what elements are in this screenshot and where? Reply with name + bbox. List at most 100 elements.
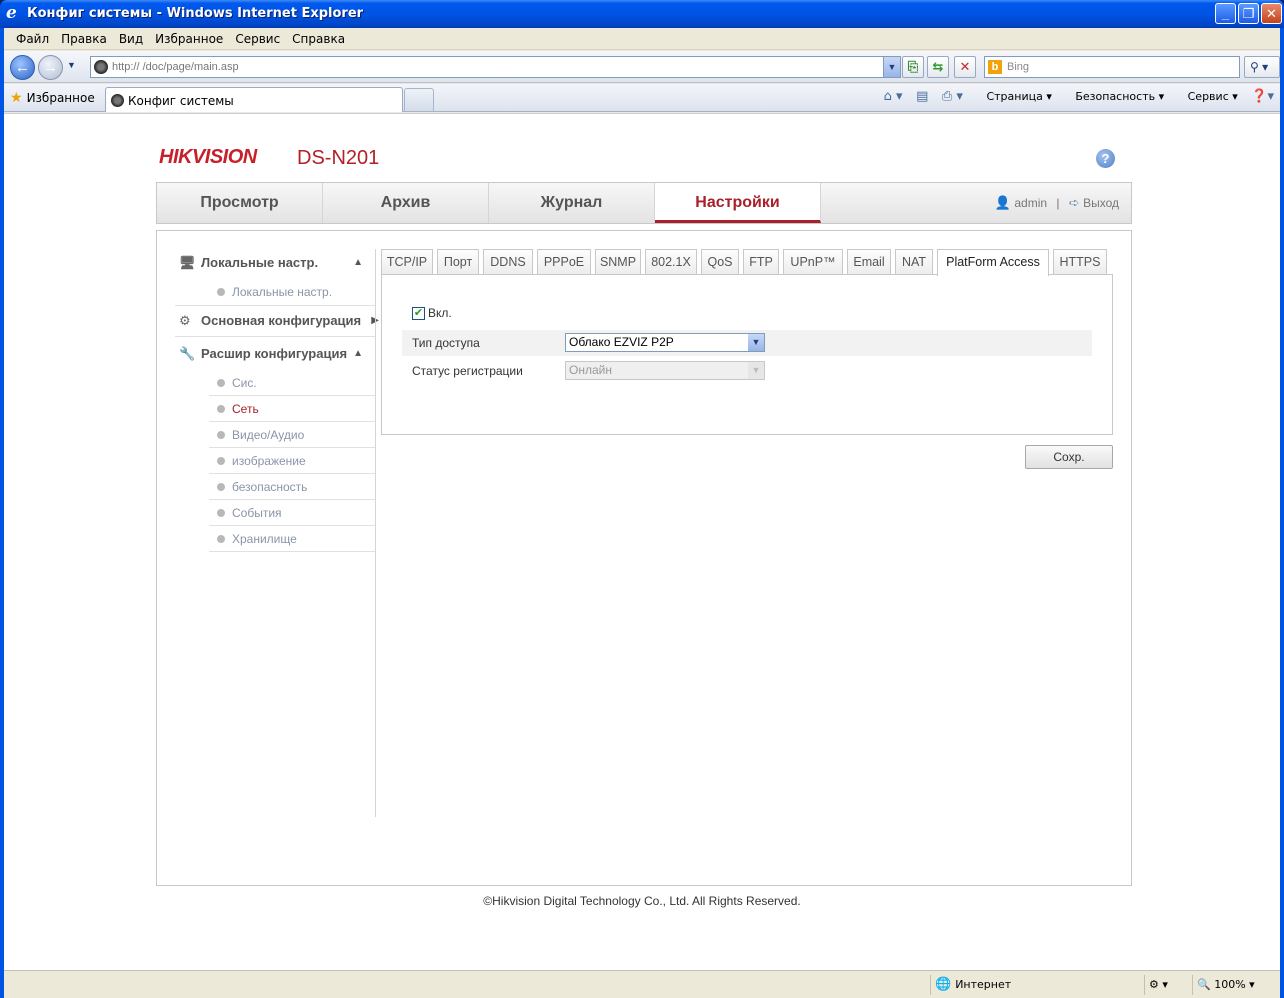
collapse-arrow-icon: ▲ (353, 257, 363, 268)
registration-status-row: Статус регистрации Онлайн ▼ (402, 358, 1092, 384)
maximize-button[interactable]: ❐ (1238, 3, 1259, 24)
close-button[interactable]: ✕ (1261, 3, 1282, 24)
safety-menu[interactable]: Безопасность ▾ (1065, 90, 1164, 103)
favorites-bar: ★ Избранное Конфиг системы ⌂ ▾ ▤ ⎙ ▾ Стра… (4, 84, 1280, 112)
history-dropdown-icon[interactable]: ▼ (67, 60, 76, 70)
command-bar: ⌂ ▾ ▤ ⎙ ▾ Страница ▾ Безопасность ▾ Серв… (874, 89, 1274, 104)
tab-pppoe[interactable]: PPPoE (537, 249, 591, 275)
stop-icon[interactable]: ✕ (954, 56, 976, 78)
help-menu-icon[interactable]: ❓▾ (1251, 89, 1274, 104)
save-button[interactable]: Сохр. (1025, 445, 1113, 469)
sidebar-item-network[interactable]: Сеть (209, 396, 375, 422)
forward-button[interactable]: → (38, 55, 63, 80)
monitor-icon: 🖥 (179, 255, 196, 270)
tab-qos[interactable]: QoS (701, 249, 739, 275)
hikvision-logo: HIKVISION (159, 146, 257, 168)
nav-configuration[interactable]: Настройки (655, 183, 821, 223)
gear-icon: ⚙ (179, 313, 191, 328)
site-icon (94, 60, 108, 74)
ie-logo-icon: e (6, 3, 17, 23)
globe-icon: 🌐 (935, 977, 952, 992)
tab-https[interactable]: HTTPS (1053, 249, 1107, 275)
address-dropdown-icon[interactable]: ▼ (883, 57, 900, 77)
new-tab-button[interactable] (404, 88, 434, 112)
sidebar-group-advanced[interactable]: 🔧 Расшир конфигурация ▲ (175, 340, 375, 368)
home-icon[interactable]: ⌂ ▾ (884, 89, 903, 104)
access-type-row: Тип доступа Облако EZVIZ P2P ▼ (402, 330, 1092, 356)
chevron-down-icon: ▼ (748, 362, 764, 379)
user-separator: | (1056, 196, 1060, 210)
access-type-label: Тип доступа (412, 336, 480, 350)
menu-view[interactable]: Вид (113, 28, 149, 50)
minimize-button[interactable]: _ (1215, 3, 1236, 24)
refresh-icon[interactable]: ⇆ (927, 56, 949, 78)
search-button[interactable]: ⚲ ▾ (1244, 56, 1280, 78)
logout-link[interactable]: Выход (1083, 196, 1119, 210)
access-type-select[interactable]: Облако EZVIZ P2P ▼ (565, 333, 765, 352)
copyright-footer: ©Hikvision Digital Technology Co., Ltd. … (483, 894, 801, 908)
compatibility-icon[interactable]: ⎘ (902, 56, 924, 78)
feeds-icon[interactable]: ▤ (916, 89, 928, 104)
sidebar-item-storage[interactable]: Хранилище (209, 526, 375, 552)
user-icon: 👤 (994, 195, 1011, 210)
sidebar-item-events[interactable]: События (209, 500, 375, 526)
tab-ftp[interactable]: FTP (743, 249, 779, 275)
sidebar-item-image[interactable]: изображение (209, 448, 375, 474)
logout-icon[interactable]: ➪ (1069, 195, 1080, 210)
title-bar: e Конфиг системы - Windows Internet Expl… (0, 0, 1284, 28)
tab-upnp[interactable]: UPnP™ (783, 249, 843, 275)
tab-ddns[interactable]: DDNS (483, 249, 533, 275)
window-title: Конфиг системы - Windows Internet Explor… (27, 6, 364, 21)
registration-status-select: Онлайн ▼ (565, 361, 765, 380)
navigation-bar: ← → ▼ http:// /doc/page/main.asp ▼ ⎘ ⇆ ✕… (4, 51, 1280, 83)
sidebar-group-basic[interactable]: ⚙Основная конфигурация ▶ (175, 307, 379, 335)
nav-live-view[interactable]: Просмотр (157, 183, 323, 223)
enable-checkbox[interactable]: ✔ (412, 307, 425, 320)
tab-snmp[interactable]: SNMP (595, 249, 641, 275)
menu-bar: Файл Правка Вид Избранное Сервис Справка (4, 28, 1280, 50)
tab-platform-access[interactable]: PlatForm Access (937, 249, 1049, 276)
back-button[interactable]: ← (10, 55, 35, 80)
zone-indicator[interactable]: 🌐 Интернет (930, 975, 1140, 995)
search-placeholder[interactable]: Bing (1007, 61, 1029, 73)
sidebar-divider (375, 249, 376, 817)
menu-file[interactable]: Файл (10, 28, 55, 50)
menu-tools[interactable]: Сервис (229, 28, 286, 50)
nav-playback[interactable]: Архив (323, 183, 489, 223)
collapse-arrow-icon: ▲ (353, 348, 363, 359)
nav-log[interactable]: Журнал (489, 183, 655, 223)
sidebar-item-local[interactable]: Локальные настр. (209, 279, 375, 305)
search-icon: ⚲ (1250, 60, 1259, 74)
address-bar[interactable]: http:// /doc/page/main.asp ▼ (90, 56, 901, 78)
bing-icon: b (988, 60, 1002, 74)
sidebar-item-system[interactable]: Сис. (209, 370, 375, 396)
help-icon[interactable]: ? (1096, 149, 1115, 168)
favorites-button[interactable]: ★ Избранное (10, 90, 95, 106)
favorites-label: Избранное (26, 91, 95, 105)
tab-port[interactable]: Порт (437, 249, 479, 275)
protected-mode-icon[interactable]: ⚙ ▾ (1144, 975, 1190, 995)
username: admin (1014, 196, 1048, 210)
tab-title: Конфиг системы (128, 94, 234, 108)
browser-tab[interactable]: Конфиг системы (105, 87, 403, 112)
page-menu[interactable]: Страница ▾ (976, 90, 1051, 103)
menu-help[interactable]: Справка (286, 28, 351, 50)
menu-favorites[interactable]: Избранное (149, 28, 229, 50)
enable-label: Вкл. (428, 306, 452, 320)
tab-site-icon (111, 94, 124, 107)
tab-email[interactable]: Email (847, 249, 891, 275)
sidebar-item-video-audio[interactable]: Видео/Аудио (209, 422, 375, 448)
tools-menu[interactable]: Сервис ▾ (1178, 90, 1238, 103)
zoom-control[interactable]: 🔍 100% ▾ (1192, 975, 1276, 995)
sidebar-item-security[interactable]: безопасность (209, 474, 375, 500)
wrench-icon: 🔧 (179, 346, 196, 361)
menu-edit[interactable]: Правка (55, 28, 113, 50)
tab-8021x[interactable]: 802.1X (645, 249, 697, 275)
sidebar-group-local[interactable]: 🖥 Локальные настр. ▲ (175, 249, 375, 277)
address-url[interactable]: http:// /doc/page/main.asp (112, 61, 239, 73)
print-icon[interactable]: ⎙ ▾ (942, 89, 963, 104)
star-icon: ★ (10, 90, 23, 106)
search-box[interactable]: b Bing (984, 56, 1240, 78)
tab-tcpip[interactable]: TCP/IP (381, 249, 433, 275)
tab-nat[interactable]: NAT (895, 249, 933, 275)
